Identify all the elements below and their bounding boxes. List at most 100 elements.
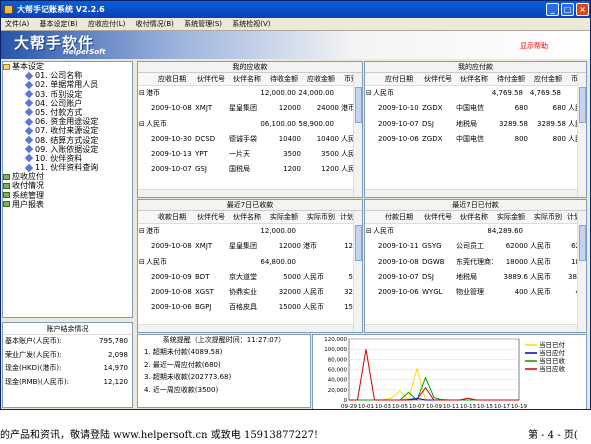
column-header[interactable]: 待付金额 bbox=[493, 73, 529, 85]
vertical-scrollbar[interactable] bbox=[353, 73, 362, 197]
tree-item[interactable]: 01. 公司名称 bbox=[3, 71, 132, 80]
column-header[interactable]: 实际金额 bbox=[493, 211, 529, 223]
column-header[interactable]: 收款日期 bbox=[150, 211, 194, 223]
table-row[interactable]: 2009-10-13 YPT 一片天 3500 3500 人民币 bbox=[138, 147, 362, 162]
diamond-icon bbox=[24, 80, 34, 90]
tree-root-basic-settings[interactable]: 基本设定 bbox=[3, 62, 132, 71]
horizontal-scrollbar[interactable] bbox=[138, 189, 353, 197]
column-header[interactable]: 计划 bbox=[340, 211, 354, 223]
menu-system-admin[interactable]: 系统管理(S) bbox=[180, 18, 226, 30]
group-name: 港币 bbox=[146, 227, 160, 235]
diamond-icon bbox=[24, 154, 34, 163]
column-header[interactable]: 伙伴名称 bbox=[228, 73, 266, 85]
column-header[interactable]: 伙伴代号 bbox=[421, 73, 455, 85]
column-header[interactable]: 应收日期 bbox=[150, 73, 194, 85]
scrollbar-thumb[interactable] bbox=[355, 87, 362, 123]
group-row[interactable]: ⊟人民币 84,289.60 bbox=[365, 224, 586, 240]
tree-item[interactable]: 06. 资金用途设定 bbox=[3, 117, 132, 126]
table-cell: XMJT bbox=[195, 242, 213, 251]
scrollbar-thumb[interactable] bbox=[355, 225, 362, 261]
menu-file[interactable]: 文件(A) bbox=[1, 18, 33, 30]
scrollbar-thumb[interactable] bbox=[579, 87, 586, 123]
collapse-icon[interactable]: ⊟ bbox=[365, 224, 373, 239]
table-row[interactable]: 2009-10-10ZGDX中国电信680680人民币 bbox=[365, 101, 586, 116]
column-header[interactable]: 实际币别 bbox=[529, 211, 567, 223]
menu-payment-status[interactable]: 收付情况(B) bbox=[132, 18, 178, 30]
tree-item[interactable]: 08. 结算方式设定 bbox=[3, 136, 132, 145]
x-tick-label: 10-19 bbox=[511, 404, 527, 410]
reminder-item[interactable]: 1. 超期未付款(4089.58) bbox=[138, 346, 310, 359]
group-row[interactable]: ⊟人民币 06,100.00 58,900.00 bbox=[138, 116, 362, 132]
table-row[interactable]: 2009-10-07 DSJ 地税局 3889.6 人民币 388 bbox=[365, 270, 586, 285]
column-header[interactable]: 待收金额 bbox=[266, 73, 302, 85]
minimize-button[interactable]: _ bbox=[546, 3, 559, 16]
footer-page-number: 第 - 4 - 页( bbox=[528, 430, 578, 441]
tree-root-item[interactable]: 收付情况 bbox=[3, 181, 132, 190]
collapse-icon[interactable]: ⊟ bbox=[138, 86, 146, 101]
column-header[interactable]: 伙伴名称 bbox=[455, 73, 493, 85]
tree-item[interactable]: 09. 入账依据设定 bbox=[3, 145, 132, 154]
column-header[interactable]: 伙伴名称 bbox=[455, 211, 493, 223]
table-row[interactable]: 2009-10-08 DGWB 东莞代理商1 18000 人民币 18 bbox=[365, 255, 586, 270]
x-tick-label: 10-09 bbox=[426, 404, 442, 410]
tree-root-item[interactable]: 系统管理 bbox=[3, 191, 132, 200]
table-row[interactable]: 2009-10-08 XMJT 星皇集团 12000 24000 港币 bbox=[138, 101, 362, 116]
column-header[interactable]: 付款日期 bbox=[377, 211, 421, 223]
horizontal-scrollbar[interactable] bbox=[365, 324, 577, 332]
maximize-button[interactable]: □ bbox=[561, 3, 574, 16]
table-row[interactable]: 2009-10-11 GSYG 公司员工 62000 人民币 62 bbox=[365, 239, 586, 254]
collapse-icon[interactable]: ⊟ bbox=[365, 86, 373, 101]
column-header[interactable]: 伙伴代号 bbox=[194, 211, 228, 223]
tree-item[interactable]: 02. 单据常用人员 bbox=[3, 80, 132, 89]
column-header[interactable]: 应收金额 bbox=[302, 73, 340, 85]
reminder-panel: 系统提醒（上次提醒时间：11:27:07） 1. 超期未付款(4089.58) 2.… bbox=[137, 334, 311, 408]
menu-system-view[interactable]: 系统检视(V) bbox=[228, 18, 274, 30]
show-help-link[interactable]: 显示帮助 bbox=[520, 41, 548, 51]
vertical-scrollbar[interactable] bbox=[577, 211, 586, 332]
vertical-scrollbar[interactable] bbox=[577, 73, 586, 197]
tree-item[interactable]: 04. 公司账户 bbox=[3, 99, 132, 108]
column-header[interactable]: 伙伴代号 bbox=[421, 211, 455, 223]
table-row[interactable]: 2009-10-08 XGST 协鼎实业 32000 人民币 32 bbox=[138, 285, 362, 300]
tree-item-label: 03. 币别设定 bbox=[35, 89, 83, 99]
column-header[interactable]: 实际币别 bbox=[302, 211, 340, 223]
column-header[interactable]: 伙伴代号 bbox=[194, 73, 228, 85]
table-row[interactable]: 2009-10-06WYGL物业管理400人民币4 bbox=[365, 285, 586, 300]
column-header[interactable]: 应付金额 bbox=[529, 73, 567, 85]
column-header[interactable]: 应付日期 bbox=[377, 73, 421, 85]
collapse-icon[interactable]: ⊟ bbox=[138, 117, 146, 132]
table-row[interactable]: 2009-10-07 GSJ 国税局 1200 1200 人民币 bbox=[138, 162, 362, 177]
reminder-item[interactable]: 3. 超期未收款(202773.68) bbox=[138, 371, 310, 384]
menu-basic-settings[interactable]: 基本设定(B) bbox=[36, 18, 82, 30]
table-row[interactable]: 2009-10-06 BGPJ 百格皮具 15000 人民币 15 bbox=[138, 300, 362, 315]
menu-receivable-payable[interactable]: 应收应付(L) bbox=[84, 18, 129, 30]
collapse-icon[interactable]: ⊟ bbox=[138, 224, 146, 239]
group-row[interactable]: ⊟人民币 64,800.00 bbox=[138, 254, 362, 270]
scrollbar-thumb[interactable] bbox=[579, 225, 586, 261]
group-row[interactable]: ⊟人民币 4,769.58 4,769.58 bbox=[365, 86, 586, 102]
table-row[interactable]: 2009-10-09 BDT 京大道堂 5000 人民币 5 bbox=[138, 270, 362, 285]
group-row[interactable]: ⊟港币 12,000.00 24,000.00 bbox=[138, 86, 362, 102]
reminder-item[interactable]: 4. 近一周应收款(3500) bbox=[138, 384, 310, 397]
horizontal-scrollbar[interactable] bbox=[365, 189, 577, 197]
group-row[interactable]: ⊟港币 12,000.00 bbox=[138, 224, 362, 240]
tree-item[interactable]: 05. 付款方式 bbox=[3, 108, 132, 117]
tree-item[interactable]: 11. 伙伴资料查询 bbox=[3, 163, 132, 172]
reminder-item[interactable]: 2. 最近一周应付款(680) bbox=[138, 359, 310, 372]
tree-item[interactable]: 07. 收付来源设定 bbox=[3, 126, 132, 135]
vertical-scrollbar[interactable] bbox=[353, 211, 362, 332]
horizontal-scrollbar[interactable] bbox=[138, 324, 353, 332]
close-button[interactable]: × bbox=[576, 3, 589, 16]
table-row[interactable]: 2009-10-08 XMJT 星皇集团 12000 港币 12 bbox=[138, 239, 362, 254]
table-cell: 2009-10-10 bbox=[378, 104, 419, 113]
tree-item[interactable]: 03. 币别设定 bbox=[3, 90, 132, 99]
tree-root-item[interactable]: 用户报表 bbox=[3, 200, 132, 209]
table-row[interactable]: 2009-10-07DSJ地税局3289.583289.58人民币 bbox=[365, 117, 586, 132]
column-header-row: 付款日期 伙伴代号 伙伴名称 实际金额 实际币别 计划 bbox=[365, 211, 586, 224]
table-row[interactable]: 2009-10-30 DCSD 德诚手袋 10400 10400 人民币 bbox=[138, 132, 362, 147]
table-row[interactable]: 2009-10-06ZGDX中国电信800800人民币 bbox=[365, 132, 586, 147]
collapse-icon[interactable]: ⊟ bbox=[138, 255, 146, 270]
tree-item[interactable]: 10. 伙伴资料 bbox=[3, 154, 132, 163]
column-header[interactable]: 实际金额 bbox=[266, 211, 302, 223]
column-header[interactable]: 伙伴名称 bbox=[228, 211, 266, 223]
